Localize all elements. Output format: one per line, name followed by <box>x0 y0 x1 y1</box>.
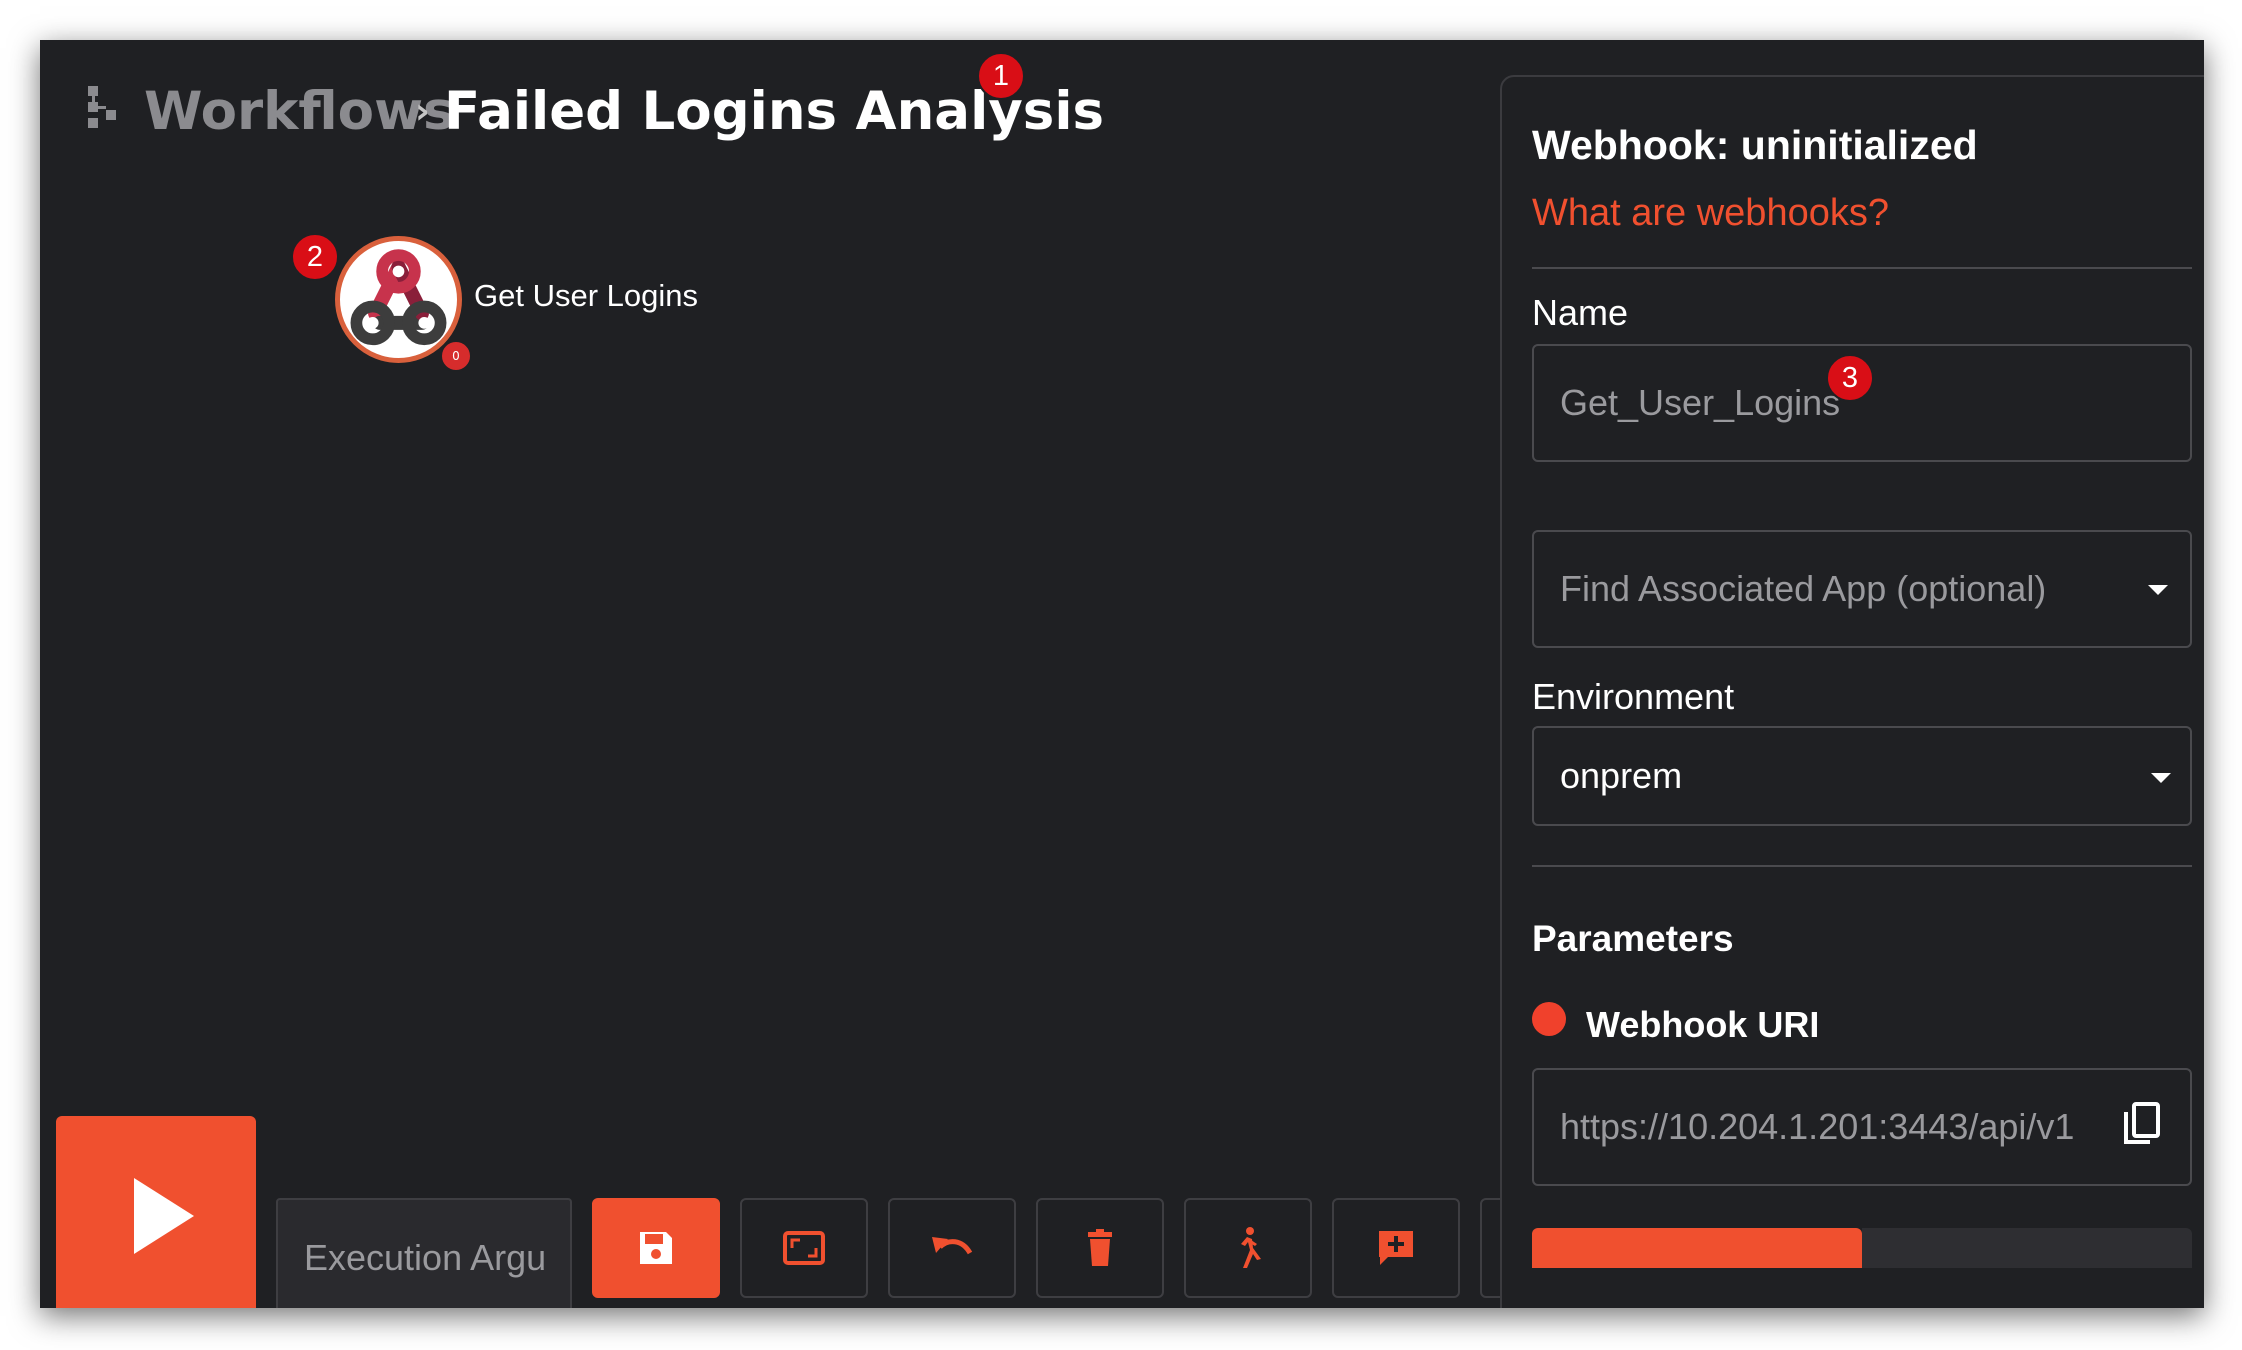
panel-title: Webhook: uninitialized <box>1532 122 1978 168</box>
delete-button[interactable] <box>1036 1198 1164 1298</box>
chevron-down-icon <box>2151 773 2171 783</box>
aspect-ratio-icon <box>783 1231 825 1265</box>
panel-divider <box>1532 267 2192 269</box>
run-workflow-button[interactable] <box>1184 1198 1312 1298</box>
environment-label: Environment <box>1532 676 1735 717</box>
running-person-icon <box>1241 1227 1261 1268</box>
undo-icon <box>932 1237 973 1255</box>
fit-view-button[interactable] <box>740 1198 868 1298</box>
webhook-uri-field[interactable]: https://10.204.1.201:3443/api/v1 <box>1532 1068 2192 1186</box>
copy-icon[interactable] <box>2122 1102 2162 1150</box>
execution-arguments-input[interactable]: Execution Argu <box>276 1198 572 1308</box>
node-label: Get User Logins <box>474 278 698 313</box>
start-webhook-button[interactable] <box>1532 1228 1862 1268</box>
annotation-badge-1: 1 <box>977 52 1025 100</box>
stop-webhook-button[interactable] <box>1862 1228 2192 1268</box>
workflow-node-get-user-logins[interactable] <box>335 236 462 363</box>
run-button[interactable] <box>56 1116 256 1308</box>
save-button[interactable] <box>592 1198 720 1298</box>
panel-divider <box>1532 865 2192 867</box>
chevron-down-icon <box>2148 585 2168 595</box>
annotation-badge-3: 3 <box>1826 354 1874 402</box>
annotation-badge-2: 2 <box>291 233 339 281</box>
node-result-count-badge: 0 <box>440 340 472 372</box>
breadcrumb-separator: › <box>415 91 430 132</box>
parameters-heading: Parameters <box>1532 918 1734 959</box>
webhooks-help-link[interactable]: What are webhooks? <box>1532 192 1889 235</box>
name-label: Name <box>1532 292 1629 333</box>
add-comment-button[interactable] <box>1332 1198 1460 1298</box>
trash-icon <box>1088 1229 1112 1266</box>
environment-select[interactable]: onprem <box>1532 726 2192 826</box>
floppy-disk-icon <box>640 1232 672 1264</box>
associated-app-select[interactable]: Find Associated App (optional) <box>1532 530 2192 648</box>
play-icon <box>134 1178 194 1254</box>
comment-plus-icon <box>1379 1231 1413 1265</box>
workflow-tree-icon <box>88 86 116 128</box>
webhook-uri-label: Webhook URI <box>1586 1004 1820 1045</box>
status-indicator-dot <box>1532 1002 1566 1036</box>
breadcrumb-workflows-link[interactable]: Workflows <box>144 72 455 152</box>
workflow-editor-window: Workflows › Failed Logins Analysis 1 2 0… <box>40 40 2204 1308</box>
undo-button[interactable] <box>888 1198 1016 1298</box>
webhook-icon <box>350 249 447 346</box>
